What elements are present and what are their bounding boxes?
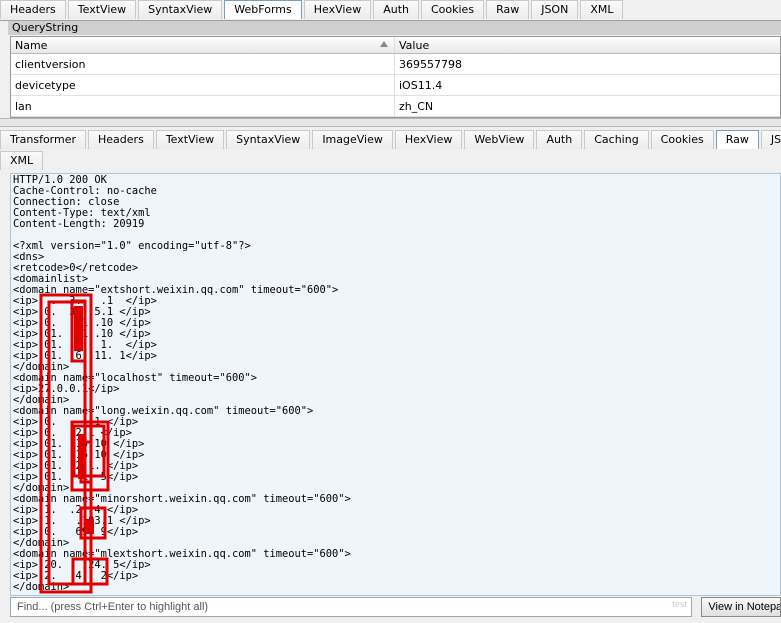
request-inspector-tabs: Headers TextView SyntaxView WebForms HexView… — [0, 0, 781, 21]
panel-splitter[interactable] — [0, 118, 781, 127]
request-tab-textview[interactable]: TextView — [67, 0, 137, 19]
raw-response-text: HTTP/1.0 200 OK Cache-Control: no-cache … — [13, 174, 351, 593]
response-tab-imageview[interactable]: ImageView — [312, 130, 393, 149]
querystring-header: QueryString — [8, 21, 781, 35]
response-tab-syntaxview[interactable]: SyntaxView — [226, 130, 311, 149]
response-tab-hexview[interactable]: HexView — [394, 130, 463, 149]
param-value: iOS11.4 — [399, 78, 443, 92]
request-tab-hexview[interactable]: HexView — [303, 0, 372, 19]
response-tab-auth[interactable]: Auth — [536, 130, 583, 149]
watermark: test — [672, 598, 688, 610]
param-value: 369557798 — [399, 57, 462, 71]
response-tab-xml[interactable]: XML — [0, 151, 44, 170]
request-tab-raw[interactable]: Raw — [486, 0, 530, 19]
response-inspector-tabs-row1: Transformer Headers TextView SyntaxView Imag… — [0, 130, 781, 149]
response-inspector-tabs-row2: XML — [0, 151, 781, 170]
response-tab-webview[interactable]: WebView — [464, 130, 535, 149]
querystring-column-headers: Name Value — [11, 37, 780, 54]
querystring-row[interactable]: devicetype iOS11.4 — [11, 75, 780, 96]
sort-ascending-icon — [380, 41, 388, 47]
view-in-notepad-button[interactable]: View in Notepad — [701, 597, 781, 617]
find-input[interactable] — [10, 597, 693, 617]
response-tab-textview[interactable]: TextView — [155, 130, 225, 149]
response-tab-json[interactable]: JSON — [760, 130, 781, 149]
querystring-row[interactable]: lan zh_CN — [11, 96, 780, 117]
response-tab-cookies[interactable]: Cookies — [650, 130, 714, 149]
querystring-row[interactable]: clientversion 369557798 — [11, 54, 780, 75]
request-tab-xml[interactable]: XML — [580, 0, 624, 19]
param-name: lan — [11, 96, 395, 116]
request-tab-headers[interactable]: Headers — [0, 0, 66, 19]
param-name: clientversion — [11, 54, 395, 74]
response-tab-headers[interactable]: Headers — [88, 130, 154, 149]
response-tab-transformer[interactable]: Transformer — [0, 130, 87, 149]
request-tab-auth[interactable]: Auth — [373, 0, 419, 19]
request-tab-cookies[interactable]: Cookies — [420, 0, 485, 19]
request-tab-json[interactable]: JSON — [531, 0, 579, 19]
request-tab-webforms[interactable]: WebForms — [224, 0, 302, 19]
response-tab-raw[interactable]: Raw — [715, 130, 759, 149]
column-header-value[interactable]: Value — [395, 37, 780, 53]
param-value: zh_CN — [399, 99, 434, 113]
column-name-label: Name — [15, 38, 48, 52]
querystring-title: QueryString — [12, 21, 79, 34]
querystring-rows: clientversion 369557798 devicetype iOS11.4 l… — [11, 54, 780, 117]
column-value-label: Value — [399, 38, 430, 52]
request-tab-syntaxview[interactable]: SyntaxView — [138, 0, 223, 19]
find-bar: View in Notepad — [10, 597, 781, 617]
raw-response-view[interactable]: HTTP/1.0 200 OK Cache-Control: no-cache … — [10, 173, 781, 596]
column-header-name[interactable]: Name — [11, 37, 395, 53]
querystring-table: Name Value clientversion 369557798 devicet… — [10, 36, 781, 118]
param-name: devicetype — [11, 75, 395, 95]
response-tab-caching[interactable]: Caching — [584, 130, 649, 149]
